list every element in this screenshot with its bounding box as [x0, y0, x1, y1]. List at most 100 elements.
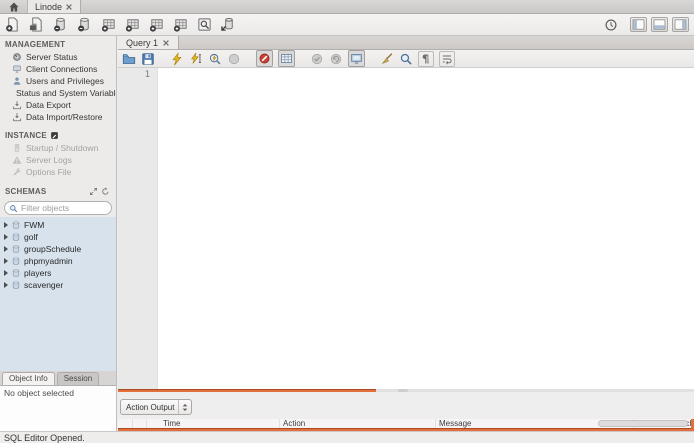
clock-icon[interactable] — [604, 18, 618, 32]
sidebar-item-server-logs[interactable]: Server Logs — [0, 154, 116, 166]
expand-panel-icon[interactable] — [89, 187, 98, 196]
expander-triangle-icon[interactable] — [4, 258, 8, 264]
save-icon[interactable] — [141, 52, 155, 66]
schemas-title: SCHEMAS — [5, 187, 47, 196]
sql-code-editor[interactable]: 1 — [118, 68, 694, 389]
sidebar-item-client-connections[interactable]: Client Connections — [0, 63, 116, 75]
search-icon — [9, 204, 18, 213]
commit-icon[interactable] — [310, 52, 324, 66]
limit-rows-icon[interactable] — [278, 50, 295, 67]
search-objects-icon[interactable] — [197, 17, 212, 32]
window-tab-bar: Linode — [0, 0, 694, 14]
query-tab-bar: Query 1 — [118, 36, 694, 50]
close-icon[interactable] — [162, 39, 170, 47]
sidebar-item-label: Data Export — [26, 100, 71, 110]
stop-icon[interactable] — [227, 52, 241, 66]
editor-gutter: 1 — [118, 68, 158, 389]
sidebar-item-label: Data Import/Restore — [26, 112, 103, 122]
horizontal-scrollbar[interactable] — [598, 420, 688, 427]
new-procedure-icon[interactable] — [125, 17, 140, 32]
expander-triangle-icon[interactable] — [4, 246, 8, 252]
close-icon[interactable] — [65, 3, 73, 11]
editor-toolbar — [118, 50, 694, 68]
tab-object-info[interactable]: Object Info — [2, 372, 55, 385]
expander-triangle-icon[interactable] — [4, 222, 8, 228]
home-tab[interactable] — [0, 0, 28, 13]
sidebar-item-startup-shutdown[interactable]: Startup / Shutdown — [0, 142, 116, 154]
toggle-stop-on-error-icon[interactable] — [256, 50, 273, 67]
sidebar-item-label: Server Status — [26, 52, 78, 62]
rollback-icon[interactable] — [329, 52, 343, 66]
schema-label: FWM — [24, 220, 45, 230]
execute-current-icon[interactable] — [189, 52, 203, 66]
options-file-icon — [12, 167, 22, 177]
main-toolbar — [0, 14, 694, 36]
explain-icon[interactable] — [208, 52, 222, 66]
toggle-autocommit-icon[interactable] — [348, 50, 365, 67]
new-user-icon[interactable] — [173, 17, 188, 32]
wrap-text-icon[interactable] — [439, 50, 455, 67]
sidebar-item-users-privileges[interactable]: Users and Privileges — [0, 75, 116, 87]
configure-icon[interactable] — [50, 131, 59, 140]
expander-triangle-icon[interactable] — [4, 234, 8, 240]
client-connections-icon — [12, 64, 22, 74]
schemas-section-header: SCHEMAS — [0, 183, 116, 198]
schema-item-players[interactable]: players — [0, 267, 116, 279]
select-spinner-icon — [178, 400, 191, 414]
open-file-icon[interactable] — [122, 52, 136, 66]
sidebar-item-data-export[interactable]: Data Export — [0, 99, 116, 111]
schema-icon — [11, 256, 21, 266]
sidebar-item-label: Options File — [26, 167, 72, 177]
output-panel: Action Output Time Action Message Durati… — [118, 392, 694, 431]
open-sql-script-icon[interactable] — [29, 17, 44, 32]
reconnect-db-icon[interactable] — [221, 17, 236, 32]
output-view-label: Action Output — [126, 402, 175, 412]
schema-item-scavenger[interactable]: scavenger — [0, 279, 116, 291]
management-section-header: MANAGEMENT — [0, 36, 116, 51]
sidebar-item-data-import[interactable]: Data Import/Restore — [0, 111, 116, 123]
query-tab[interactable]: Query 1 — [118, 36, 180, 49]
toggle-bottom-panel-icon[interactable] — [651, 17, 668, 32]
output-col-time[interactable]: Time — [147, 419, 280, 428]
output-view-select[interactable]: Action Output — [120, 399, 192, 415]
invisible-characters-icon[interactable] — [418, 50, 434, 67]
new-function-icon[interactable] — [149, 17, 164, 32]
sidebar-item-server-status[interactable]: Server Status — [0, 51, 116, 63]
schema-list: FWM golf groupSchedule phpmyadmin player — [0, 217, 116, 371]
schema-label: golf — [24, 232, 38, 242]
schema-item-golf[interactable]: golf — [0, 231, 116, 243]
execute-icon[interactable] — [170, 52, 184, 66]
sidebar-item-label: Startup / Shutdown — [26, 143, 99, 153]
toggle-left-panel-icon[interactable] — [630, 17, 647, 32]
beautify-icon[interactable] — [380, 52, 394, 66]
expander-triangle-icon[interactable] — [4, 270, 8, 276]
toggle-right-panel-icon[interactable] — [672, 17, 689, 32]
schema-label: players — [24, 268, 52, 278]
new-sql-tab-icon[interactable] — [5, 17, 20, 32]
find-icon[interactable] — [399, 52, 413, 66]
schema-item-groupschedule[interactable]: groupSchedule — [0, 243, 116, 255]
instance-title: INSTANCE — [5, 131, 47, 140]
new-view-icon[interactable] — [101, 17, 116, 32]
info-panel-tabs: Object Info Session — [0, 371, 116, 385]
new-schema-icon[interactable] — [53, 17, 68, 32]
refresh-icon[interactable] — [101, 187, 110, 196]
sidebar-item-options-file[interactable]: Options File — [0, 166, 116, 178]
connection-tab[interactable]: Linode — [28, 0, 82, 13]
schema-item-fwm[interactable]: FWM — [0, 219, 116, 231]
management-title: MANAGEMENT — [5, 40, 66, 49]
output-col-index — [133, 419, 147, 428]
new-table-icon[interactable] — [77, 17, 92, 32]
tab-session[interactable]: Session — [56, 372, 100, 385]
schema-item-phpmyadmin[interactable]: phpmyadmin — [0, 255, 116, 267]
schema-filter[interactable] — [4, 201, 112, 215]
sidebar-item-system-variables[interactable]: Status and System Variables — [0, 87, 116, 99]
server-logs-icon — [12, 155, 22, 165]
line-number: 1 — [144, 70, 150, 80]
schema-filter-input[interactable] — [21, 203, 106, 213]
expander-triangle-icon[interactable] — [4, 282, 8, 288]
sidebar: MANAGEMENT Server Status Client Connecti… — [0, 36, 117, 371]
startup-shutdown-icon — [12, 143, 22, 153]
output-col-action[interactable]: Action — [280, 419, 436, 428]
status-bar: SQL Editor Opened. — [0, 431, 694, 443]
